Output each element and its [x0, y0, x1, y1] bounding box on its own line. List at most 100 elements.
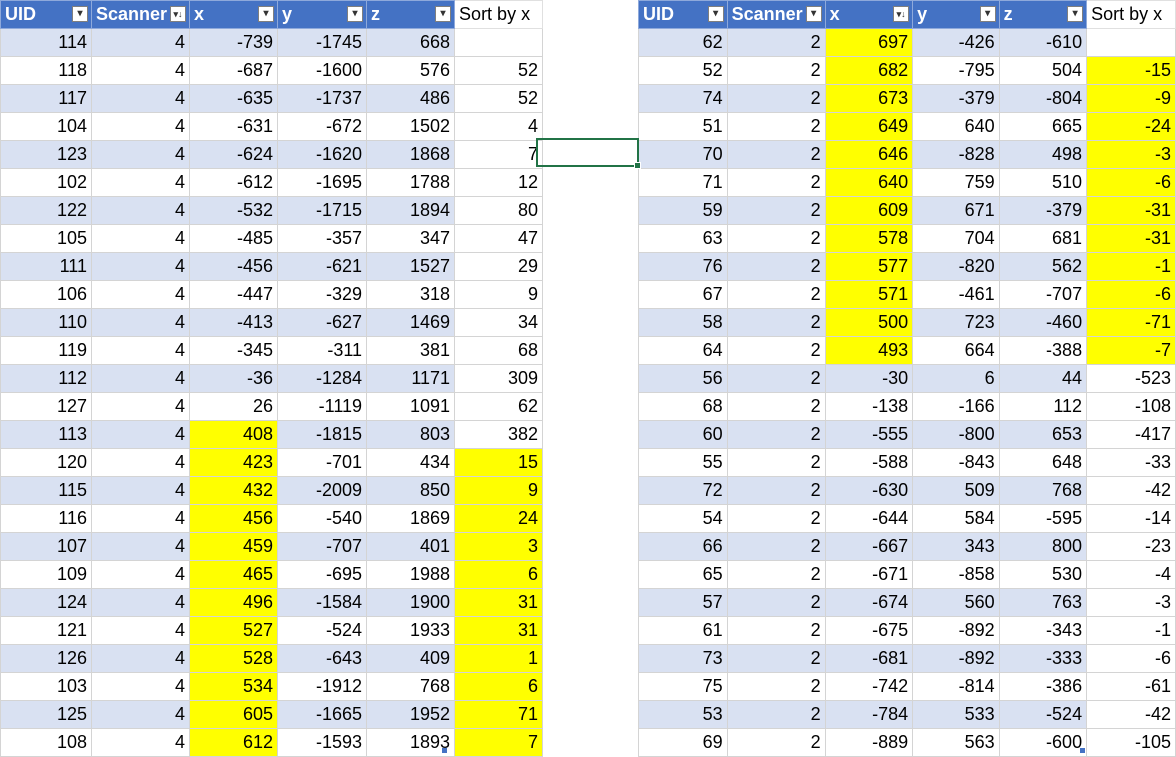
cell-scanner[interactable]: 4	[90, 532, 191, 561]
cell-z[interactable]: -707	[998, 280, 1088, 309]
cell-scanner[interactable]: 2	[726, 448, 826, 477]
filter-dropdown-icon[interactable]: ▾	[707, 6, 724, 22]
cell-sort-by-x[interactable]: -42	[1086, 476, 1176, 505]
cell-sort-by-x[interactable]: 7	[454, 140, 544, 169]
cell-z[interactable]: -600	[998, 728, 1088, 757]
cell-scanner[interactable]: 2	[726, 476, 826, 505]
cell-x[interactable]: -624	[189, 140, 279, 169]
cell-x[interactable]: -644	[824, 504, 914, 533]
cell-x[interactable]: -635	[189, 84, 279, 113]
cell-y[interactable]: -627	[277, 308, 368, 337]
cell-x[interactable]: -555	[824, 420, 914, 449]
cell-z[interactable]: 347	[366, 224, 456, 253]
cell-scanner[interactable]: 2	[726, 532, 826, 561]
cell-x[interactable]: -456	[189, 252, 279, 281]
cell-y[interactable]: 704	[912, 224, 1000, 253]
cell-y[interactable]: -621	[277, 252, 368, 281]
cell-x[interactable]: -674	[824, 588, 914, 617]
cell-uid[interactable]: 68	[638, 392, 728, 421]
cell-sort-by-x[interactable]: 24	[454, 504, 544, 533]
cell-y[interactable]: -814	[912, 672, 1000, 701]
cell-y[interactable]: 664	[912, 336, 1000, 365]
cell-y[interactable]: -892	[912, 616, 1000, 645]
cell-scanner[interactable]: 4	[90, 420, 191, 449]
cell-scanner[interactable]: 2	[726, 84, 826, 113]
cell-z[interactable]: 381	[366, 336, 456, 365]
cell-z[interactable]: 850	[366, 476, 456, 505]
cell-sort-by-x[interactable]: 6	[454, 560, 544, 589]
cell-scanner[interactable]: 4	[90, 252, 191, 281]
cell-z[interactable]: 401	[366, 532, 456, 561]
cell-x[interactable]: -485	[189, 224, 279, 253]
cell-uid[interactable]: 64	[638, 336, 728, 365]
cell-uid[interactable]: 107	[0, 532, 92, 561]
cell-uid[interactable]: 57	[638, 588, 728, 617]
cell-scanner[interactable]: 2	[726, 308, 826, 337]
cell-z[interactable]: -388	[998, 336, 1088, 365]
cell-x[interactable]: -671	[824, 560, 914, 589]
cell-uid[interactable]: 126	[0, 644, 92, 673]
cell-y[interactable]: -1593	[277, 728, 368, 757]
cell-x[interactable]: -687	[189, 56, 279, 85]
cell-scanner[interactable]: 4	[90, 728, 191, 757]
cell-uid[interactable]: 52	[638, 56, 728, 85]
cell-z[interactable]: 1091	[366, 392, 456, 421]
cell-uid[interactable]: 74	[638, 84, 728, 113]
cell-x[interactable]: 456	[189, 504, 279, 533]
cell-scanner[interactable]: 4	[90, 196, 191, 225]
cell-z[interactable]: 665	[998, 112, 1088, 141]
cell-scanner[interactable]: 4	[90, 168, 191, 197]
cell-uid[interactable]: 61	[638, 616, 728, 645]
cell-uid[interactable]: 114	[0, 28, 92, 57]
cell-scanner[interactable]: 4	[90, 56, 191, 85]
cell-x[interactable]: 496	[189, 588, 279, 617]
cell-sort-by-x[interactable]: -523	[1086, 364, 1176, 393]
cell-z[interactable]: -379	[998, 196, 1088, 225]
cell-scanner[interactable]: 4	[90, 224, 191, 253]
cell-z[interactable]: 1469	[366, 308, 456, 337]
header-scanner[interactable]: Scanner ▾↓	[90, 0, 191, 29]
header-z[interactable]: z ▾	[998, 0, 1088, 29]
cell-z[interactable]: 1171	[366, 364, 456, 393]
cell-uid[interactable]: 113	[0, 420, 92, 449]
cell-y[interactable]: 671	[912, 196, 1000, 225]
cell-scanner[interactable]: 2	[726, 336, 826, 365]
cell-uid[interactable]: 51	[638, 112, 728, 141]
cell-uid[interactable]: 56	[638, 364, 728, 393]
cell-x[interactable]: 649	[824, 112, 914, 141]
cell-z[interactable]: 409	[366, 644, 456, 673]
cell-scanner[interactable]: 2	[726, 560, 826, 589]
cell-x[interactable]: -742	[824, 672, 914, 701]
cell-y[interactable]: 759	[912, 168, 1000, 197]
cell-y[interactable]: -1620	[277, 140, 368, 169]
header-uid[interactable]: UID ▾	[0, 0, 92, 29]
cell-uid[interactable]: 59	[638, 196, 728, 225]
cell-uid[interactable]: 127	[0, 392, 92, 421]
cell-uid[interactable]: 67	[638, 280, 728, 309]
cell-uid[interactable]: 111	[0, 252, 92, 281]
cell-z[interactable]: 668	[366, 28, 456, 57]
cell-sort-by-x[interactable]: -31	[1086, 196, 1176, 225]
cell-z[interactable]: 44	[998, 364, 1088, 393]
cell-z[interactable]: 653	[998, 420, 1088, 449]
cell-z[interactable]: 498	[998, 140, 1088, 169]
cell-y[interactable]: 723	[912, 308, 1000, 337]
cell-x[interactable]: -532	[189, 196, 279, 225]
cell-y[interactable]: -843	[912, 448, 1000, 477]
cell-x[interactable]: -588	[824, 448, 914, 477]
cell-sort-by-x[interactable]: 68	[454, 336, 544, 365]
cell-scanner[interactable]: 2	[726, 252, 826, 281]
cell-sort-by-x[interactable]: 29	[454, 252, 544, 281]
cell-x[interactable]: 527	[189, 616, 279, 645]
cell-x[interactable]: -681	[824, 644, 914, 673]
cell-z[interactable]: 803	[366, 420, 456, 449]
cell-sort-by-x[interactable]	[1086, 28, 1176, 57]
cell-sort-by-x[interactable]: -6	[1086, 644, 1176, 673]
cell-z[interactable]: 576	[366, 56, 456, 85]
cell-sort-by-x[interactable]: 62	[454, 392, 544, 421]
cell-z[interactable]: -460	[998, 308, 1088, 337]
cell-y[interactable]: -695	[277, 560, 368, 589]
cell-x[interactable]: 493	[824, 336, 914, 365]
cell-sort-by-x[interactable]: 15	[454, 448, 544, 477]
cell-z[interactable]: 486	[366, 84, 456, 113]
